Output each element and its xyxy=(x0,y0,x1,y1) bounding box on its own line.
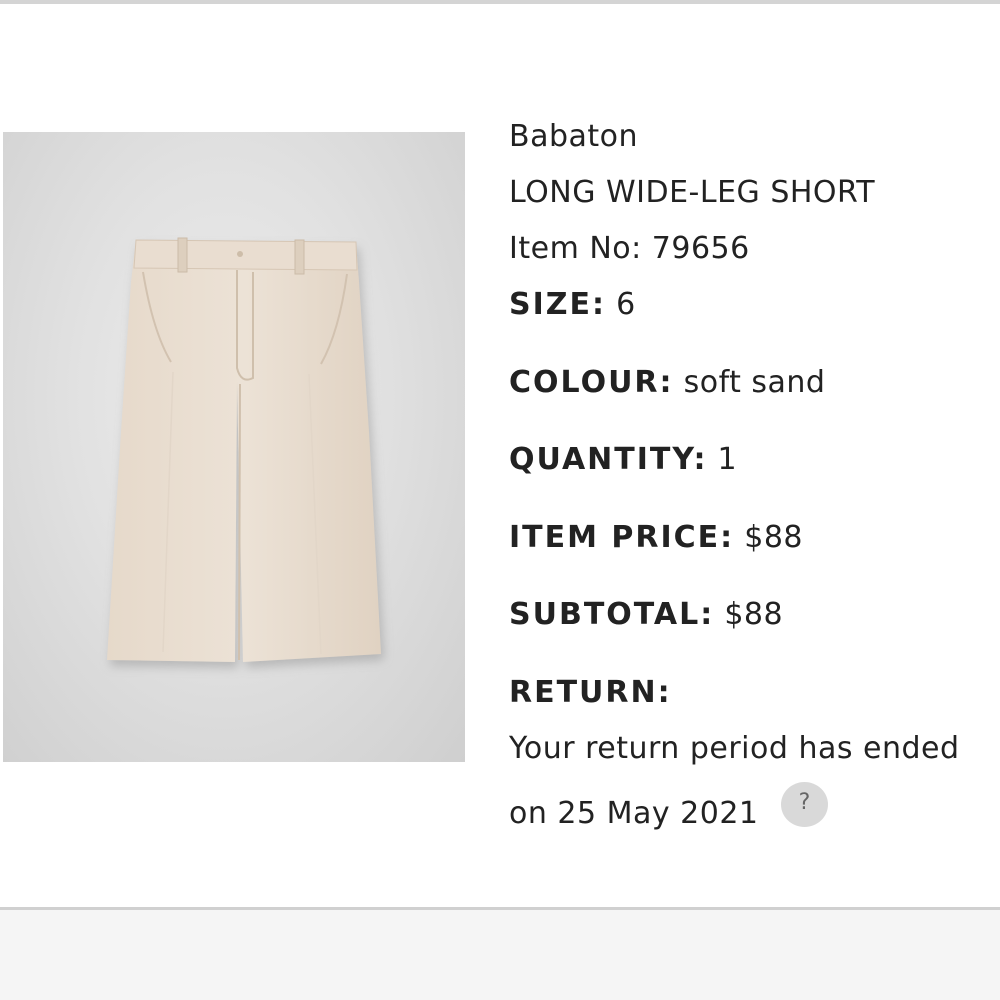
shorts-illustration xyxy=(107,237,381,662)
item-price-label: ITEM PRICE: xyxy=(509,520,735,555)
return-label: RETURN: xyxy=(509,675,672,710)
return-message-line1: Your return period has ended xyxy=(509,731,960,766)
return-message-line2: on 25 May 2021 xyxy=(509,796,759,831)
return-help-button[interactable]: ? xyxy=(781,782,828,827)
item-price-row: ITEM PRICE: $88 xyxy=(509,519,803,557)
quantity-label: QUANTITY: xyxy=(509,442,708,477)
item-price-value: $88 xyxy=(744,520,803,555)
size-row: SIZE: 6 xyxy=(509,286,636,324)
size-label: SIZE: xyxy=(509,287,607,322)
question-mark-icon: ? xyxy=(798,790,811,815)
next-section-panel xyxy=(0,910,1000,1000)
colour-row: COLOUR: soft sand xyxy=(509,364,825,402)
quantity-row: QUANTITY: 1 xyxy=(509,441,737,479)
colour-value: soft sand xyxy=(683,365,826,400)
size-value: 6 xyxy=(616,287,636,322)
item-number: Item No: 79656 xyxy=(509,231,750,266)
product-image[interactable] xyxy=(3,132,465,762)
quantity-value: 1 xyxy=(717,442,738,477)
subtotal-row: SUBTOTAL: $88 xyxy=(509,596,783,634)
subtotal-label: SUBTOTAL: xyxy=(509,597,715,632)
colour-label: COLOUR: xyxy=(509,365,674,400)
product-name[interactable]: LONG WIDE-LEG SHORT xyxy=(509,174,875,212)
top-divider xyxy=(0,0,1000,4)
subtotal-value: $88 xyxy=(724,597,784,632)
brand-name: Babaton xyxy=(509,119,639,154)
